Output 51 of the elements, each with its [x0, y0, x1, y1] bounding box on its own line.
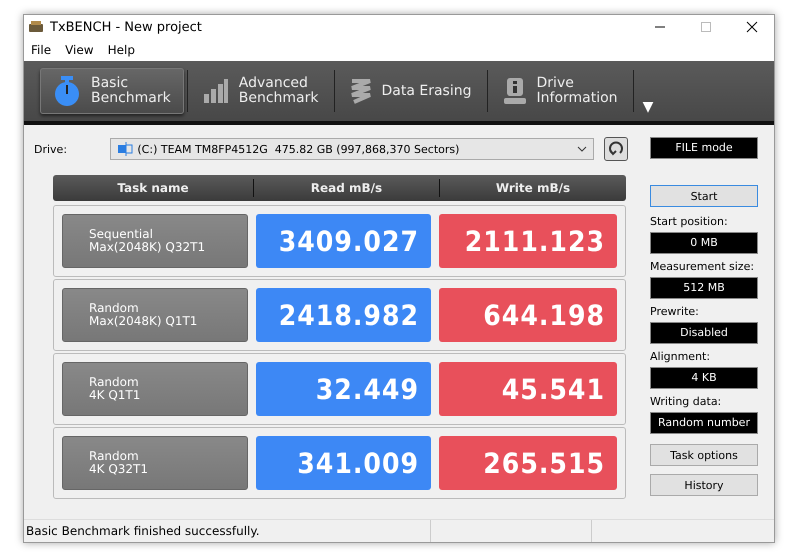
column-header: Write mB/s — [494, 180, 572, 197]
more-tabs-arrow[interactable]: ▼ — [642, 99, 654, 115]
drive-icon — [117, 142, 134, 156]
column-header: Task name — [53, 179, 254, 197]
toolbar-tab[interactable]: Data Erasing — [338, 68, 484, 114]
write-result: 265.515 — [439, 436, 617, 490]
chevron-down-icon — [577, 146, 588, 152]
task-button[interactable]: Sequential Max(2048K) Q32T1 — [62, 214, 248, 268]
side-button[interactable]: Task options — [650, 444, 758, 466]
setting-value[interactable]: 4 KB — [650, 367, 758, 389]
menu-item[interactable]: View — [65, 43, 94, 57]
toolbar-tab[interactable]: Drive Information — [490, 68, 630, 114]
drive-dropdown[interactable]: (C:) TEAM TM8FP4512G 475.82 GB (997,868,370 Sectors) — [110, 138, 594, 160]
close-icon[interactable] — [746, 21, 758, 33]
task-button[interactable]: Random Max(2048K) Q1T1 — [62, 288, 248, 342]
write-result: 2111.123 — [439, 214, 617, 268]
read-result: 341.009 — [256, 436, 431, 490]
setting-value[interactable]: 0 MB — [650, 232, 758, 254]
setting-value[interactable]: Disabled — [650, 322, 758, 344]
menu-item[interactable]: Help — [108, 43, 135, 57]
task-button[interactable]: Random 4K Q1T1 — [62, 362, 248, 416]
read-result: 32.449 — [256, 362, 431, 416]
drive-label: Drive: — [34, 142, 68, 156]
menu-item[interactable]: File — [31, 43, 52, 57]
write-result: 45.541 — [439, 362, 617, 416]
refresh-button[interactable] — [604, 137, 628, 161]
setting-value[interactable]: 512 MB — [650, 277, 758, 299]
refresh-icon — [608, 141, 624, 157]
read-result: 2418.982 — [256, 288, 431, 342]
task-button[interactable]: Random 4K Q32T1 — [62, 436, 248, 490]
column-header: Read mB/s — [254, 179, 440, 197]
bar-chart-icon — [202, 78, 229, 104]
setting-value[interactable]: Random number — [650, 412, 758, 434]
side-button[interactable]: History — [650, 474, 758, 496]
write-result: 644.198 — [439, 288, 617, 342]
setting-label: Prewrite: — [650, 305, 700, 318]
setting-label: Start position: — [650, 215, 729, 228]
info-drive-icon — [502, 77, 527, 105]
spring-icon — [350, 78, 372, 104]
mode-indicator: FILE mode — [650, 137, 758, 159]
window-title: TxBENCH - New project — [50, 20, 202, 34]
read-result: 3409.027 — [256, 214, 431, 268]
toolbar-tab[interactable]: Advanced Benchmark — [190, 68, 330, 114]
setting-label: Measurement size: — [650, 260, 756, 273]
start-button[interactable]: Start — [650, 185, 758, 207]
setting-label: Writing data: — [650, 395, 722, 408]
status-text: Basic Benchmark finished successfully. — [25, 524, 261, 538]
setting-label: Alignment: — [650, 350, 712, 363]
stopwatch-icon — [53, 75, 81, 107]
app-icon — [28, 20, 44, 34]
toolbar-tab[interactable]: Basic Benchmark — [40, 68, 184, 114]
